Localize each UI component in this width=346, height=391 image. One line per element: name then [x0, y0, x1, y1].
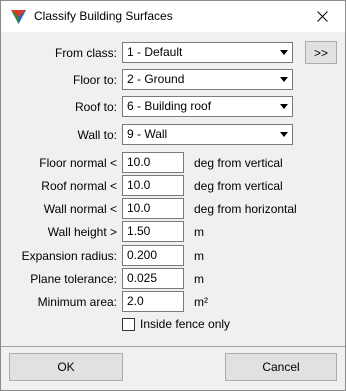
- wall-to-label: Wall to:: [77, 128, 117, 142]
- chevron-down-icon[interactable]: [275, 43, 292, 62]
- minimum-area-input[interactable]: 2.0: [122, 291, 184, 312]
- wall-normal-label: Wall normal <: [43, 202, 117, 216]
- plane-tolerance-label: Plane tolerance:: [30, 272, 117, 286]
- dialog-body: From class: 1 - Default >> Floor to: 2 -…: [1, 32, 345, 390]
- roof-normal-unit: deg from vertical: [194, 179, 283, 193]
- minimum-area-label: Minimum area:: [37, 295, 117, 309]
- wall-height-input[interactable]: 1.50: [122, 221, 184, 242]
- floor-normal-unit: deg from vertical: [194, 156, 283, 170]
- floor-normal-input[interactable]: 10.0: [122, 152, 184, 173]
- floor-to-label: Floor to:: [72, 73, 117, 87]
- floor-normal-label: Floor normal <: [39, 156, 117, 170]
- roof-to-label: Roof to:: [74, 100, 117, 114]
- chevron-down-icon[interactable]: [275, 125, 292, 144]
- wall-to-value: 9 - Wall: [127, 127, 168, 141]
- roof-normal-input[interactable]: 10.0: [122, 175, 184, 196]
- wall-to-select[interactable]: 9 - Wall: [122, 124, 293, 145]
- more-button[interactable]: >>: [305, 41, 337, 64]
- chevron-down-icon[interactable]: [275, 97, 292, 116]
- dialog-window: Classify Building Surfaces From class: 1…: [0, 0, 346, 391]
- ok-button[interactable]: OK: [9, 353, 123, 381]
- from-class-value: 1 - Default: [127, 45, 183, 59]
- expansion-radius-unit: m: [194, 249, 204, 263]
- close-icon: [316, 11, 328, 22]
- inside-fence-label[interactable]: Inside fence only: [140, 313, 230, 335]
- close-button[interactable]: [299, 1, 345, 32]
- floor-to-select[interactable]: 2 - Ground: [122, 69, 293, 90]
- wall-normal-input[interactable]: 10.0: [122, 198, 184, 219]
- from-class-label: From class:: [54, 46, 117, 60]
- wall-height-unit: m: [194, 225, 204, 239]
- floor-to-value: 2 - Ground: [127, 72, 185, 86]
- window-title: Classify Building Surfaces: [34, 9, 173, 23]
- wall-normal-unit: deg from horizontal: [194, 202, 297, 216]
- inside-fence-checkbox[interactable]: [122, 318, 135, 331]
- plane-tolerance-input[interactable]: 0.025: [122, 268, 184, 289]
- roof-to-value: 6 - Building roof: [127, 99, 212, 113]
- app-icon: [11, 10, 26, 24]
- plane-tolerance-unit: m: [194, 272, 204, 286]
- chevron-down-icon[interactable]: [275, 70, 292, 89]
- cancel-button[interactable]: Cancel: [225, 353, 337, 381]
- from-class-select[interactable]: 1 - Default: [122, 42, 293, 63]
- expansion-radius-label: Expansion radius:: [21, 249, 117, 263]
- roof-to-select[interactable]: 6 - Building roof: [122, 96, 293, 117]
- wall-height-label: Wall height >: [47, 225, 117, 239]
- minimum-area-unit: m²: [194, 295, 208, 309]
- title-bar[interactable]: Classify Building Surfaces: [1, 1, 345, 32]
- roof-normal-label: Roof normal <: [41, 179, 117, 193]
- expansion-radius-input[interactable]: 0.200: [122, 245, 184, 266]
